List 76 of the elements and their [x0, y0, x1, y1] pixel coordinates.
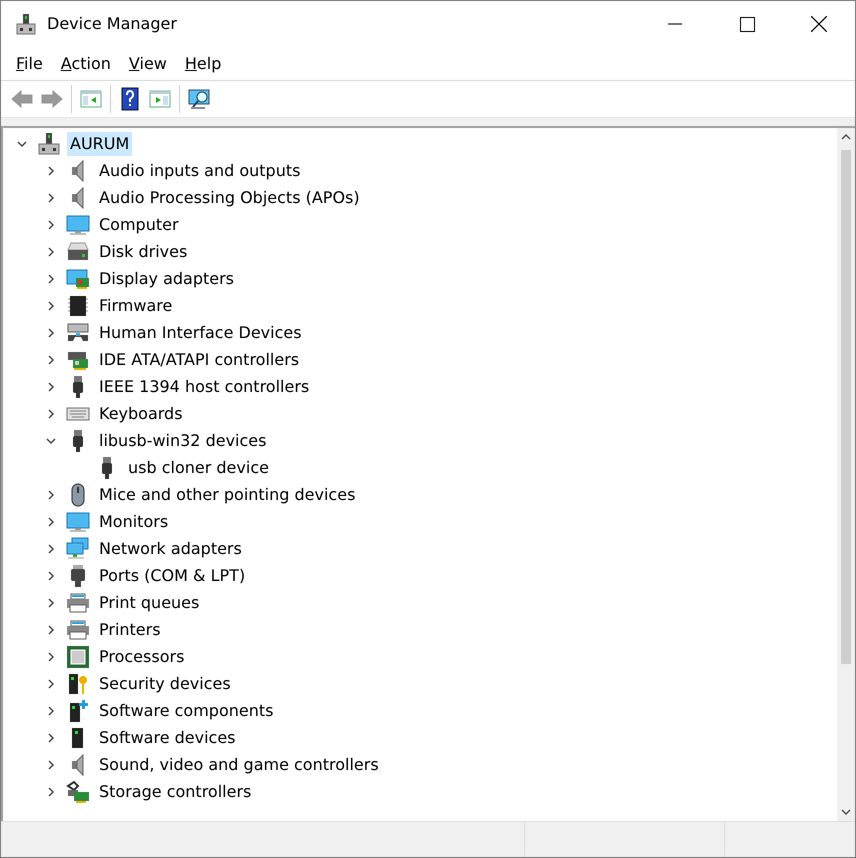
printer-icon	[66, 618, 90, 642]
tree-item[interactable]: libusb-win32 devices	[96, 428, 270, 452]
monitor-magnifier-icon	[187, 87, 211, 111]
chevron-right-icon	[48, 624, 54, 634]
tree-item[interactable]: Network adapters	[96, 536, 245, 560]
tree-item[interactable]: Sound, video and game controllers	[96, 752, 382, 776]
chevron-down-icon	[17, 140, 27, 146]
maximize-icon	[740, 16, 754, 32]
chip-icon	[66, 294, 90, 318]
scroll-down-icon[interactable]	[841, 809, 851, 815]
chevron-right-icon	[48, 300, 54, 310]
chevron-right-icon	[48, 652, 54, 662]
monitor-icon	[66, 212, 90, 236]
window-title: Device Manager	[47, 13, 178, 35]
chevron-right-icon	[48, 490, 54, 500]
tree-item[interactable]: Print queues	[96, 590, 202, 614]
chevron-right-icon	[48, 192, 54, 202]
chevron-right-icon	[48, 786, 54, 796]
tree-item[interactable]: Firmware	[96, 294, 176, 318]
tree-item[interactable]: Processors	[96, 644, 188, 668]
chevron-right-icon	[48, 220, 54, 230]
chevron-right-icon	[48, 328, 54, 338]
menu-item[interactable]: View	[120, 50, 176, 78]
chevron-right-icon	[48, 354, 54, 364]
tree-item[interactable]: Keyboards	[96, 402, 186, 426]
chevron-right-icon	[48, 598, 54, 608]
chevron-right-icon	[48, 246, 54, 256]
computer-icon	[37, 132, 61, 156]
chevron-right-icon	[48, 544, 54, 554]
tree-item[interactable]: Storage controllers	[96, 780, 254, 804]
chevron-right-icon	[48, 274, 54, 284]
scroll-thumb[interactable]	[841, 150, 851, 664]
tree-item[interactable]: Printers	[96, 618, 164, 642]
display-adapter-icon	[66, 266, 90, 290]
back-arrow-icon	[10, 87, 34, 111]
tree-item[interactable]: usb cloner device	[125, 456, 272, 480]
minimize-icon	[668, 23, 682, 25]
chevron-right-icon	[48, 516, 54, 526]
tree-item[interactable]: Security devices	[96, 672, 234, 696]
tree-item[interactable]: Display adapters	[96, 266, 238, 290]
tree-item[interactable]: Human Interface Devices	[96, 320, 305, 344]
chevron-right-icon	[48, 408, 54, 418]
forward-arrow-icon	[40, 87, 64, 111]
chevron-right-icon	[48, 706, 54, 716]
chevron-right-icon	[48, 570, 54, 580]
processor-icon	[66, 644, 90, 668]
tree-item[interactable]: Disk drives	[96, 240, 190, 264]
menu-item[interactable]: Action	[52, 50, 120, 78]
tree-item[interactable]: IEEE 1394 host controllers	[96, 374, 312, 398]
chevron-right-icon	[48, 760, 54, 770]
tree-item[interactable]: Computer	[96, 212, 182, 236]
tree-item[interactable]: Audio inputs and outputs	[96, 158, 304, 182]
tree-item[interactable]: Mice and other pointing devices	[96, 482, 358, 506]
tower-key-icon	[66, 672, 90, 696]
chevron-right-icon	[48, 382, 54, 392]
storage-controller-icon	[66, 780, 90, 804]
scroll-up-icon[interactable]	[841, 134, 851, 140]
monitor-icon	[66, 510, 90, 534]
tree-item[interactable]: Software components	[96, 698, 276, 722]
chevron-down-icon	[46, 438, 56, 444]
close-icon	[811, 16, 827, 32]
chevron-right-icon	[48, 166, 54, 176]
menu-item[interactable]: Help	[176, 50, 230, 78]
menu-item[interactable]: File	[7, 50, 52, 78]
app-icon	[15, 12, 37, 36]
tree-item[interactable]: Monitors	[96, 510, 172, 534]
chevron-right-icon	[48, 732, 54, 742]
chevron-right-icon	[48, 678, 54, 688]
tree-item[interactable]: AURUM	[67, 132, 132, 156]
scrollbar[interactable]	[837, 128, 855, 821]
tree-item[interactable]: IDE ATA/ATAPI controllers	[96, 348, 302, 372]
printer-icon	[66, 590, 90, 614]
tree-item[interactable]: Audio Processing Objects (APOs)	[96, 186, 363, 210]
network-icon	[66, 536, 90, 560]
tree-item[interactable]: Ports (COM & LPT)	[96, 564, 248, 588]
tree-item[interactable]: Software devices	[96, 726, 239, 750]
